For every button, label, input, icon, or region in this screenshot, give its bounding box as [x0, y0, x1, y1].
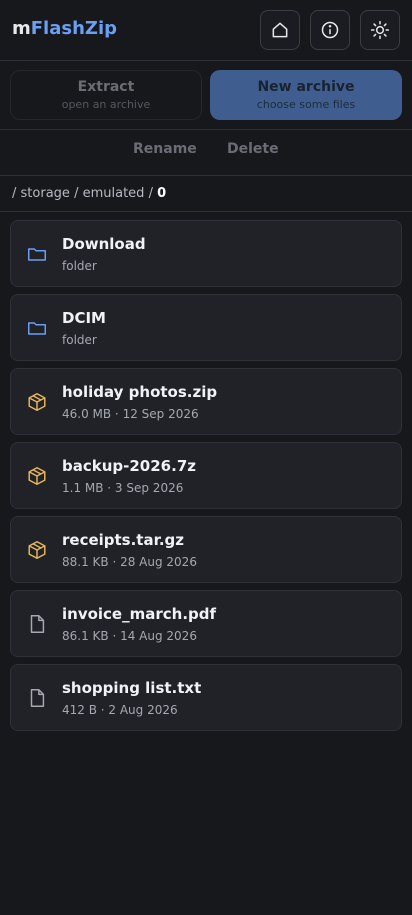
- file-row-dcim[interactable]: DCIM folder: [10, 294, 402, 361]
- new-archive-button[interactable]: New archive choose some files: [210, 70, 402, 120]
- file-name: receipts.tar.gz: [62, 531, 185, 549]
- home-icon: [272, 22, 288, 38]
- breadcrumb: / storage / emulated / 0: [0, 176, 412, 212]
- file-row-holiday-photos[interactable]: holiday photos.zip 46.0 MB · 12 Sep 2026: [10, 368, 402, 435]
- file-row-backup[interactable]: backup-2026.7z 1.1 MB · 3 Sep 2026: [10, 442, 402, 509]
- archive-icon: [26, 465, 48, 487]
- file-name: holiday photos.zip: [62, 383, 218, 401]
- archive-actions: Extract open an archive New archive choo…: [0, 61, 412, 130]
- sun-icon: [370, 20, 390, 40]
- breadcrumb-sep: /: [148, 186, 153, 201]
- file-meta: folder: [62, 333, 97, 347]
- folder-icon: [26, 317, 48, 339]
- file-name: shopping list.txt: [62, 679, 202, 697]
- rename-button[interactable]: Rename: [133, 141, 197, 157]
- delete-button[interactable]: Delete: [227, 141, 279, 157]
- new-archive-title: New archive: [257, 79, 355, 95]
- file-meta: folder: [62, 259, 97, 273]
- file-meta: 88.1 KB · 28 Aug 2026: [62, 555, 197, 569]
- brand-name: FlashZip: [30, 18, 118, 39]
- file-row-receipts[interactable]: receipts.tar.gz 88.1 KB · 28 Aug 2026: [10, 516, 402, 583]
- archive-icon: [26, 391, 48, 413]
- theme-toggle-button[interactable]: [360, 10, 400, 50]
- file-meta: 1.1 MB · 3 Sep 2026: [62, 481, 184, 495]
- archive-icon: [26, 539, 48, 561]
- breadcrumb-sep: /: [12, 186, 17, 201]
- file-name: Download: [62, 235, 146, 253]
- file-row-shopping-list[interactable]: shopping list.txt 412 B · 2 Aug 2026: [10, 664, 402, 731]
- home-button[interactable]: [260, 10, 300, 50]
- info-icon: [321, 21, 339, 39]
- breadcrumb-item-storage[interactable]: storage: [21, 186, 70, 201]
- extract-subtitle: open an archive: [61, 98, 151, 111]
- file-name: backup-2026.7z: [62, 457, 196, 475]
- file-name: DCIM: [62, 309, 106, 327]
- extract-button[interactable]: Extract open an archive: [10, 70, 202, 120]
- file-row-download[interactable]: Download folder: [10, 220, 402, 287]
- app-brand: mFlashZip: [12, 18, 117, 39]
- app-header: mFlashZip: [0, 0, 412, 61]
- info-button[interactable]: [310, 10, 350, 50]
- file-icon: [26, 613, 48, 635]
- folder-icon: [26, 243, 48, 265]
- file-meta: 46.0 MB · 12 Sep 2026: [62, 407, 199, 421]
- file-operations: Rename Delete: [0, 130, 412, 176]
- extract-title: Extract: [77, 79, 135, 95]
- breadcrumb-sep: /: [74, 186, 79, 201]
- file-name: invoice_march.pdf: [62, 605, 217, 623]
- new-archive-subtitle: choose some files: [256, 98, 356, 111]
- breadcrumb-current: 0: [157, 186, 167, 201]
- file-row-invoice[interactable]: invoice_march.pdf 86.1 KB · 14 Aug 2026: [10, 590, 402, 657]
- file-list: Download folder DCIM folder holiday phot…: [10, 220, 402, 738]
- brand-prefix: m: [12, 18, 31, 39]
- file-icon: [26, 687, 48, 709]
- file-meta: 412 B · 2 Aug 2026: [62, 703, 178, 717]
- breadcrumb-item-emulated[interactable]: emulated: [83, 186, 145, 201]
- file-meta: 86.1 KB · 14 Aug 2026: [62, 629, 197, 643]
